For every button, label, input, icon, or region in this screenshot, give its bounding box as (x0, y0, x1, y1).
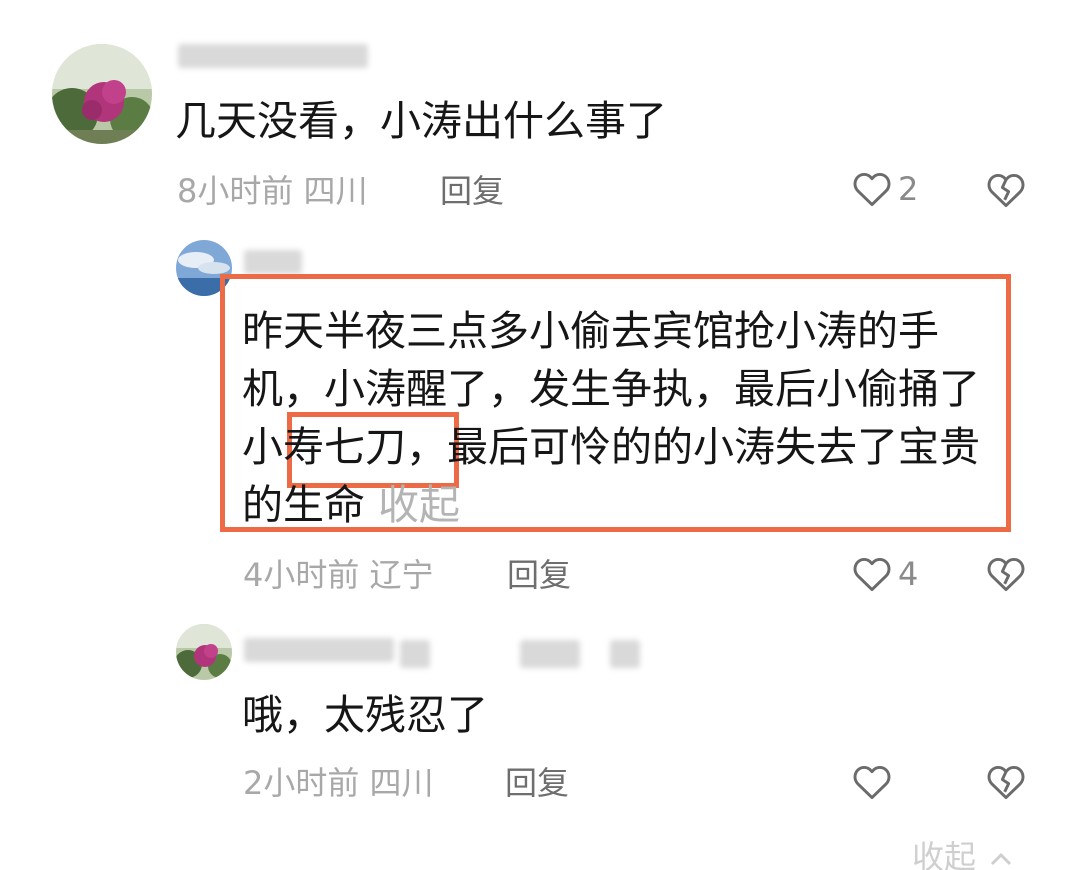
avatar[interactable] (176, 624, 232, 680)
comment-time-location: 8小时前 四川 (177, 172, 368, 210)
avatar-image (176, 624, 232, 680)
username-blurred[interactable] (610, 640, 640, 668)
comment-text-line-3: 小寿七刀，最后可怜的的小涛失去了宝贵 (242, 423, 980, 471)
comment-text-line-4: 的生命 收起 (242, 476, 460, 534)
broken-heart-icon[interactable] (986, 764, 1026, 800)
like-count: 4 (898, 555, 919, 593)
username-blurred[interactable] (244, 638, 394, 662)
comment-text-tail: 的生命 (242, 481, 365, 529)
like-count: 2 (898, 170, 919, 208)
heart-outline-icon (852, 764, 892, 800)
username-blurred[interactable] (400, 640, 430, 668)
reply-button[interactable]: 回复 (507, 550, 571, 596)
like-button[interactable] (852, 764, 898, 800)
collapse-link[interactable]: 收起 (378, 481, 460, 529)
like-button[interactable]: 2 (852, 170, 918, 208)
comment-time-location: 4小时前 辽宁 (243, 556, 434, 594)
heart-outline-icon (852, 171, 892, 207)
avatar-image (52, 44, 152, 144)
chevron-up-icon (986, 849, 1016, 869)
comment-text-line-2: 机，小涛醒了，发生争执，最后小偷捅了 (242, 365, 980, 413)
comment-text-line-1: 昨天半夜三点多小偷去宾馆抢小涛的手 (242, 307, 939, 355)
comment-text: 哦，太残忍了 (242, 691, 488, 739)
reply-button[interactable]: 回复 (440, 166, 504, 212)
heart-outline-icon (852, 556, 892, 592)
comment-text: 几天没看，小涛出什么事了 (175, 97, 667, 145)
broken-heart-icon[interactable] (986, 556, 1026, 592)
broken-heart-icon[interactable] (986, 172, 1026, 208)
username-blurred[interactable] (244, 250, 302, 274)
reply-button[interactable]: 回复 (505, 758, 569, 804)
collapse-label: 收起 (912, 838, 977, 870)
avatar[interactable] (52, 44, 152, 144)
like-button[interactable]: 4 (852, 555, 918, 593)
username-blurred[interactable] (520, 640, 580, 668)
comment-time-location: 2小时前 四川 (243, 764, 434, 802)
collapse-all-button[interactable]: 收起 (912, 832, 1016, 870)
username-blurred[interactable] (178, 44, 368, 68)
